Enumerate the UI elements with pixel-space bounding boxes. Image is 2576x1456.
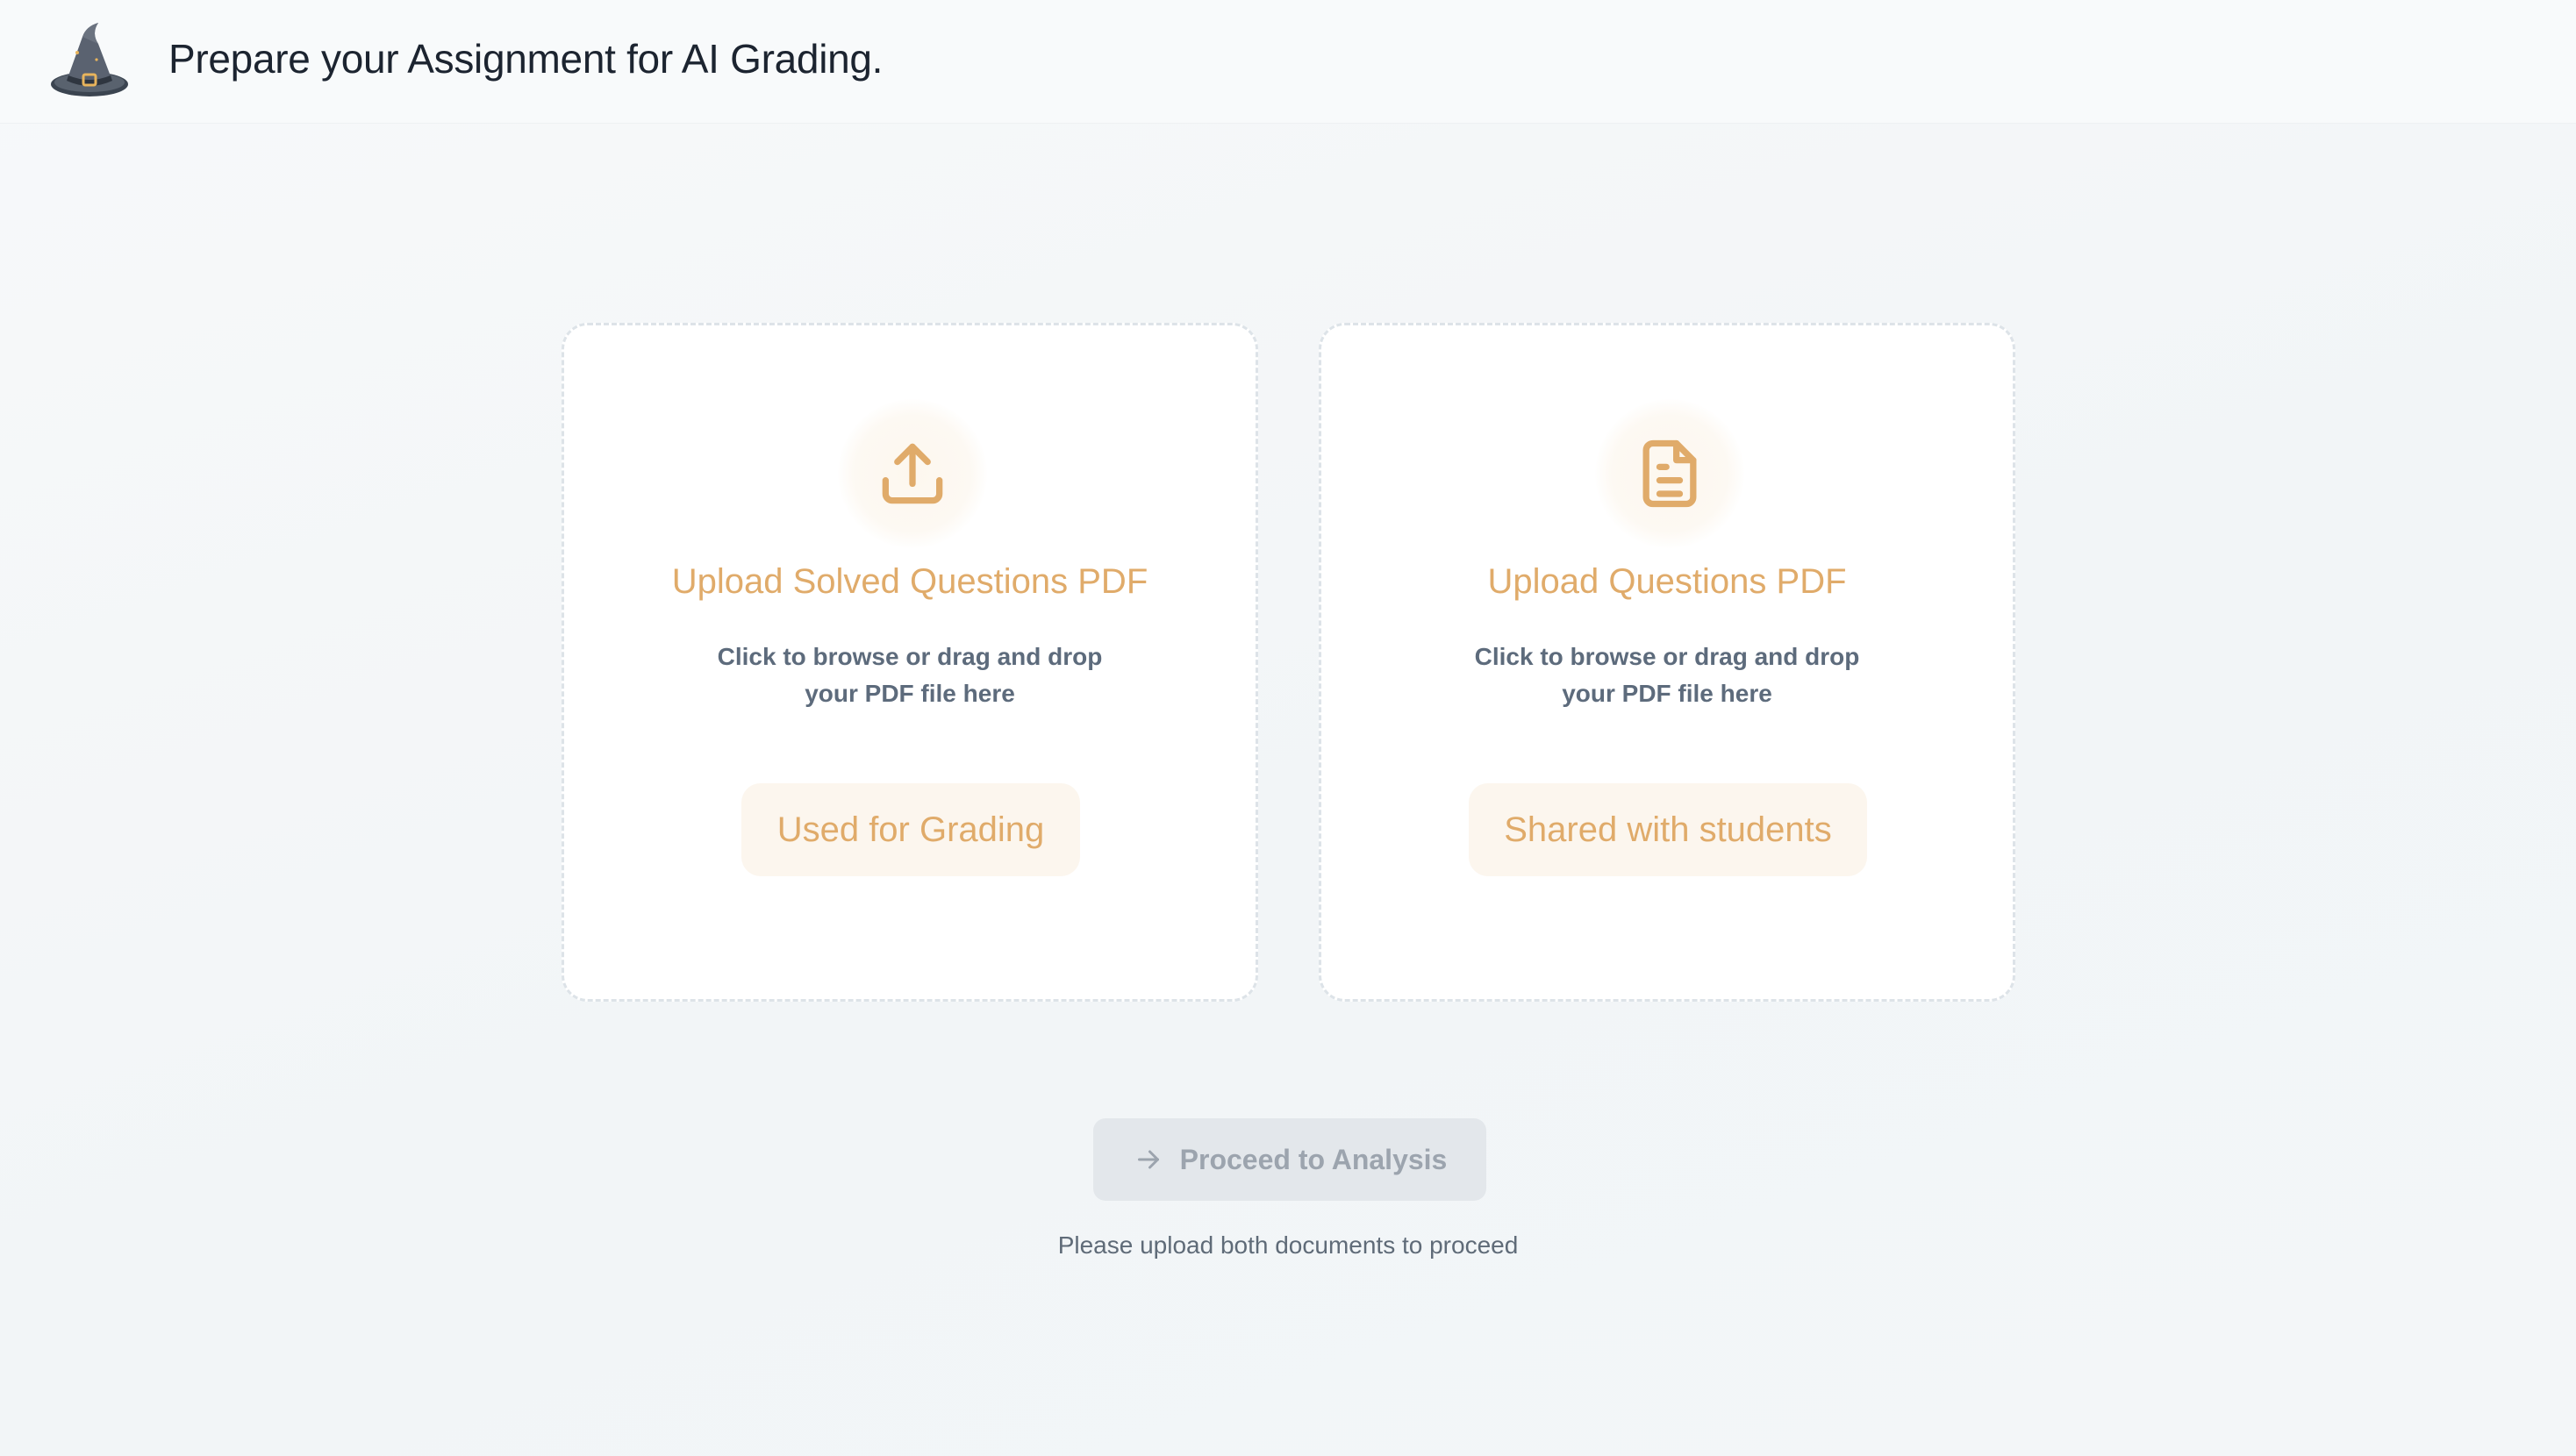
upload-questions-dropzone[interactable]: Upload Questions PDF Click to browse or … [1319,323,2015,1002]
card-title: Upload Questions PDF [1487,562,1847,601]
proceed-label: Proceed to Analysis [1179,1143,1448,1175]
card-title: Upload Solved Questions PDF [671,562,1148,601]
usage-badge: Used for Grading [741,783,1080,876]
upload-icon [838,399,987,548]
card-description: Click to browse or drag and drop your PD… [717,643,1103,707]
usage-badge: Shared with students [1469,783,1867,876]
app-header: Prepare your Assignment for AI Grading. [0,0,2576,124]
document-icon [1595,399,1744,548]
upload-solved-questions-dropzone[interactable]: Upload Solved Questions PDF Click to bro… [562,323,1258,1002]
page-title: Prepare your Assignment for AI Grading. [168,36,884,82]
wizard-hat-icon [47,21,132,100]
upload-hint: Please upload both documents to proceed [1057,1231,1519,1259]
proceed-to-analysis-button[interactable]: Proceed to Analysis [1093,1118,1486,1201]
card-description: Click to browse or drag and drop your PD… [1474,643,1860,707]
arrow-right-icon [1133,1144,1164,1175]
